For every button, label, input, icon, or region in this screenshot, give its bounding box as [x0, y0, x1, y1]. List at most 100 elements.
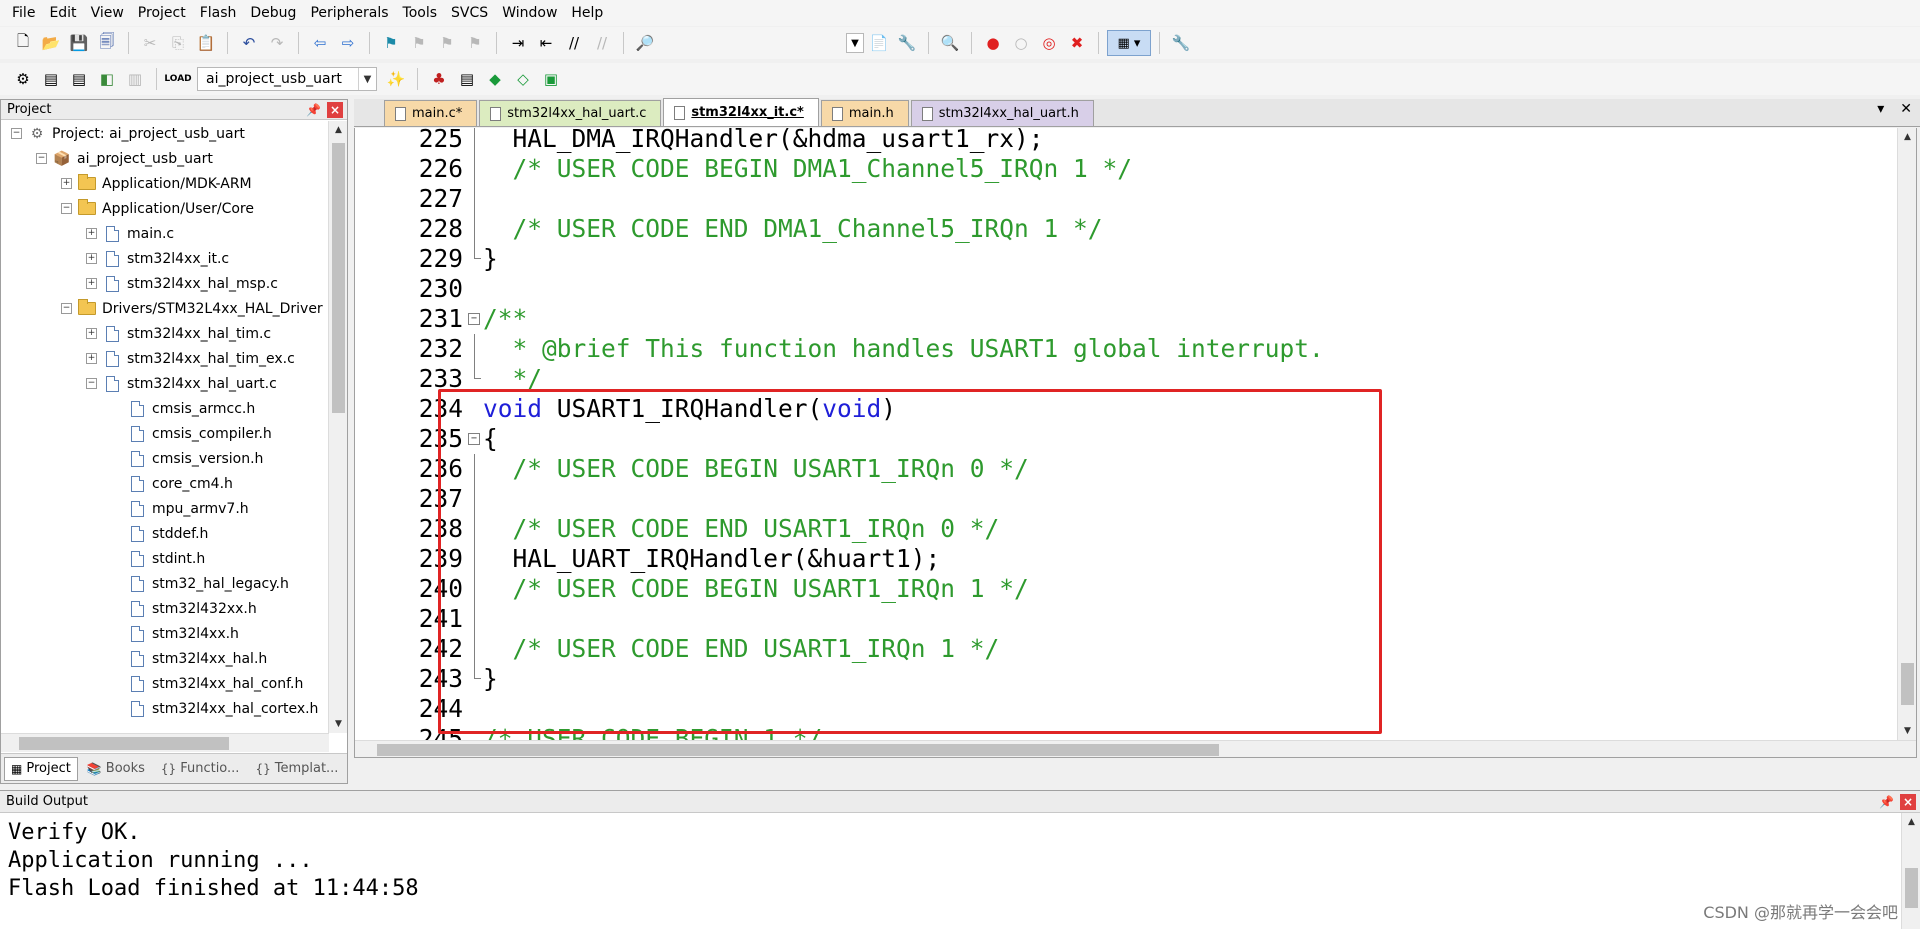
select-software-packs-icon[interactable]: ◇ — [510, 66, 536, 92]
tree-item[interactable]: stm32l4xx.h — [1, 621, 329, 646]
scroll-up-icon[interactable]: ▲ — [1898, 128, 1916, 146]
menu-file[interactable]: File — [6, 0, 43, 26]
editor-tab-main-h[interactable]: main.h — [820, 100, 909, 126]
build-icon[interactable]: ▤ — [38, 66, 64, 92]
code-area[interactable]: 225 HAL_DMA_IRQHandler(&hdma_usart1_rx);… — [355, 128, 1898, 757]
tree-item[interactable]: + stm32l4xx_it.c — [1, 246, 329, 271]
editor-vertical-scrollbar[interactable]: ▲ ▼ — [1897, 128, 1916, 740]
expand-icon[interactable]: + — [86, 328, 97, 339]
target-options-icon[interactable]: ✨ — [383, 66, 409, 92]
code-line[interactable]: 238 /* USER CODE END USART1_IRQn 0 */ — [355, 514, 1898, 544]
code-line[interactable]: 233 */ — [355, 364, 1898, 394]
menu-view[interactable]: View — [85, 0, 132, 26]
tab-templat[interactable]: {} Templat... — [248, 757, 345, 781]
pin-icon[interactable]: 📌 — [1879, 795, 1894, 809]
tab-project[interactable]: ▦ Project — [4, 756, 78, 781]
batch-build-icon[interactable]: ◧ — [94, 66, 120, 92]
pin-icon[interactable]: 📌 — [306, 103, 321, 117]
scroll-thumb[interactable] — [377, 744, 1219, 756]
save-icon[interactable]: 💾 — [66, 30, 92, 56]
expand-icon[interactable]: + — [86, 228, 97, 239]
scroll-up-icon[interactable]: ▲ — [1902, 813, 1920, 831]
code-line[interactable]: 243} — [355, 664, 1898, 694]
menu-tools[interactable]: Tools — [397, 0, 446, 26]
code-line[interactable]: 236 /* USER CODE BEGIN USART1_IRQn 0 */ — [355, 454, 1898, 484]
code-line[interactable]: 230 — [355, 274, 1898, 304]
collapse-icon[interactable]: − — [61, 303, 72, 314]
scroll-thumb[interactable] — [19, 737, 229, 750]
scroll-down-icon[interactable]: ▼ — [1898, 722, 1916, 740]
fold-collapse-icon[interactable]: − — [468, 433, 480, 445]
indent-icon[interactable]: ⇥ — [505, 30, 531, 56]
expand-icon[interactable]: + — [86, 278, 97, 289]
code-line[interactable]: 227 — [355, 184, 1898, 214]
find-in-files-icon[interactable]: 🔎 — [632, 30, 658, 56]
comment-icon[interactable]: // — [561, 30, 587, 56]
tree-horizontal-scrollbar[interactable] — [1, 733, 329, 752]
build-output-scrollbar[interactable]: ▲ — [1901, 813, 1920, 929]
menu-debug[interactable]: Debug — [244, 0, 304, 26]
new-file-icon[interactable]: 🗋 — [10, 30, 36, 56]
open-file-icon[interactable]: 📂 — [38, 30, 64, 56]
tree-item[interactable]: + stm32l4xx_hal_tim.c — [1, 321, 329, 346]
code-line[interactable]: 235−{ — [355, 424, 1898, 454]
tab-books[interactable]: 📚 Books — [80, 757, 152, 781]
code-editor[interactable]: 225 HAL_DMA_IRQHandler(&hdma_usart1_rx);… — [354, 128, 1917, 758]
collapse-icon[interactable]: − — [61, 203, 72, 214]
bookmark-prev-icon[interactable]: ⚑ — [406, 30, 432, 56]
scroll-thumb[interactable] — [1901, 663, 1914, 705]
code-line[interactable]: 241 — [355, 604, 1898, 634]
close-editor-icon[interactable]: ✕ — [1900, 101, 1912, 117]
unindent-icon[interactable]: ⇤ — [533, 30, 559, 56]
menu-help[interactable]: Help — [565, 0, 611, 26]
menu-window[interactable]: Window — [496, 0, 565, 26]
debug-start-icon[interactable]: 🔍 — [937, 30, 963, 56]
incremental-find-icon[interactable]: 📄 — [866, 30, 892, 56]
uncomment-icon[interactable]: // — [589, 30, 615, 56]
window-layout-icon[interactable]: ▦ ▾ — [1107, 30, 1151, 56]
editor-tab-stm32l4xx-hal-uart-h[interactable]: stm32l4xx_hal_uart.h — [910, 100, 1094, 126]
run-time-environment-icon[interactable]: ▣ — [538, 66, 564, 92]
fold-collapse-icon[interactable]: − — [468, 313, 480, 325]
tree-item[interactable]: stm32l4xx_hal.h — [1, 646, 329, 671]
tree-item[interactable]: − 📦 ai_project_usb_uart — [1, 146, 329, 171]
tree-item[interactable]: − Drivers/STM32L4xx_HAL_Driver — [1, 296, 329, 321]
tab-functio[interactable]: {} Functio... — [154, 757, 247, 781]
redo-icon[interactable]: ↷ — [264, 30, 290, 56]
tree-item[interactable]: stddef.h — [1, 521, 329, 546]
bookmark-icon[interactable]: ⚑ — [378, 30, 404, 56]
code-line[interactable]: 229} — [355, 244, 1898, 274]
tree-item[interactable]: cmsis_compiler.h — [1, 421, 329, 446]
tree-item[interactable]: stm32l4xx_hal_conf.h — [1, 671, 329, 696]
scroll-thumb[interactable] — [332, 143, 345, 413]
collapse-icon[interactable]: − — [86, 378, 97, 389]
breakpoint-kill-icon[interactable]: ✖ — [1064, 30, 1090, 56]
bookmark-next-icon[interactable]: ⚑ — [434, 30, 460, 56]
tree-item[interactable]: stm32l4xx_hal_cortex.h — [1, 696, 329, 721]
code-line[interactable]: 239 HAL_UART_IRQHandler(&huart1); — [355, 544, 1898, 574]
target-select[interactable]: ai_project_usb_uart ▼ — [197, 67, 377, 91]
code-line[interactable]: 237 — [355, 484, 1898, 514]
code-line[interactable]: 232 * @brief This function handles USART… — [355, 334, 1898, 364]
tree-item[interactable]: + Application/MDK-ARM — [1, 171, 329, 196]
editor-tab-main-c-[interactable]: main.c* — [384, 100, 478, 126]
download-icon[interactable]: LOAD — [164, 66, 191, 92]
tree-item[interactable]: − stm32l4xx_hal_uart.c — [1, 371, 329, 396]
tree-item[interactable]: mpu_armv7.h — [1, 496, 329, 521]
code-line[interactable]: 234 void USART1_IRQHandler(void) — [355, 394, 1898, 424]
tree-item[interactable]: core_cm4.h — [1, 471, 329, 496]
pack-installer-icon[interactable]: ◆ — [482, 66, 508, 92]
close-icon[interactable]: × — [1900, 793, 1916, 810]
bookmark-clear-icon[interactable]: ⚑ — [462, 30, 488, 56]
menu-peripherals[interactable]: Peripherals — [304, 0, 396, 26]
tree-item[interactable]: − Application/User/Core — [1, 196, 329, 221]
tree-item[interactable]: cmsis_version.h — [1, 446, 329, 471]
editor-tab-stm32l4xx-hal-uart-c[interactable]: stm32l4xx_hal_uart.c — [479, 100, 662, 126]
tree-item[interactable]: + main.c — [1, 221, 329, 246]
menu-flash[interactable]: Flash — [194, 0, 245, 26]
expand-icon[interactable]: + — [61, 178, 72, 189]
expand-icon[interactable]: + — [86, 253, 97, 264]
stop-build-icon[interactable]: ▥ — [122, 66, 148, 92]
tree-item[interactable]: stm32l432xx.h — [1, 596, 329, 621]
rebuild-icon[interactable]: ▤ — [66, 66, 92, 92]
